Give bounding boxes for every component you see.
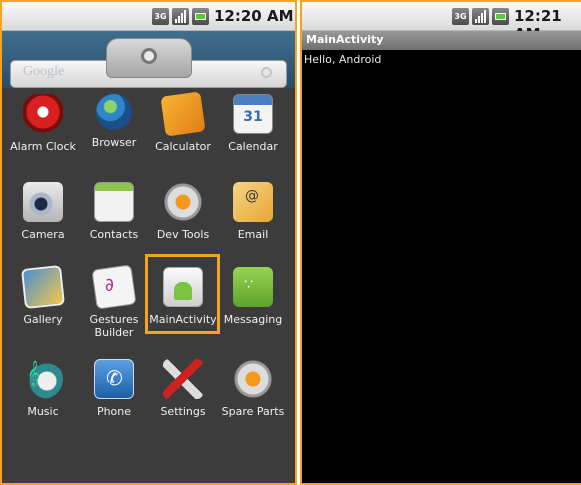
app-drawer-handle[interactable] xyxy=(106,38,192,78)
app-camera[interactable]: Camera xyxy=(7,182,79,241)
app-dev-tools[interactable]: Dev Tools xyxy=(147,182,219,241)
app-music[interactable]: 𝄞 Music xyxy=(7,359,79,418)
app-settings[interactable]: Settings xyxy=(147,359,219,418)
battery-icon xyxy=(492,8,509,25)
app-calculator[interactable]: Calculator xyxy=(147,91,219,153)
music-icon: 𝄞 xyxy=(23,359,63,399)
search-icon xyxy=(261,67,272,78)
app-browser[interactable]: Browser xyxy=(78,94,150,149)
app-messaging[interactable]: ∵ Messaging xyxy=(217,267,289,326)
signal-icon xyxy=(172,8,189,25)
status-bar: 3G 12:20 AM xyxy=(2,2,295,31)
signal-icon xyxy=(472,8,489,25)
alarm-clock-icon xyxy=(23,94,63,134)
gear-icon xyxy=(233,359,273,399)
network-3g-icon: 3G xyxy=(452,8,469,25)
hello-text: Hello, Android xyxy=(304,53,382,66)
messaging-icon: ∵ xyxy=(233,267,273,307)
battery-icon xyxy=(192,8,209,25)
app-spare-parts[interactable]: Spare Parts xyxy=(217,359,289,418)
status-icons: 3G xyxy=(152,8,209,25)
app-gallery[interactable]: Gallery xyxy=(7,265,79,326)
activity-title-bar: MainActivity xyxy=(302,31,581,50)
app-alarm-clock[interactable]: Alarm Clock xyxy=(7,94,79,153)
app-contacts[interactable]: Contacts xyxy=(78,182,150,241)
status-time: 12:20 AM xyxy=(214,7,294,25)
app-phone[interactable]: ✆ Phone xyxy=(78,359,150,418)
phone-icon: ✆ xyxy=(94,359,134,399)
email-icon: @ xyxy=(233,182,273,222)
network-3g-icon: 3G xyxy=(152,8,169,25)
calendar-icon: 31 xyxy=(233,94,273,134)
activity-title: MainActivity xyxy=(306,33,384,46)
home-screen-phone: 3G 12:20 AM Google Alarm Clock Browser C… xyxy=(0,0,297,485)
search-placeholder: Google xyxy=(23,64,65,79)
settings-icon xyxy=(163,359,203,399)
gestures-icon: ∂ xyxy=(91,264,137,310)
calculator-icon xyxy=(160,91,206,137)
status-icons: 3G xyxy=(452,8,509,25)
app-screen-phone: 3G 12:21 AM MainActivity Hello, Android xyxy=(300,0,581,485)
app-email[interactable]: @ Email xyxy=(217,182,289,241)
drawer-icon xyxy=(141,48,157,64)
gallery-icon xyxy=(21,265,65,309)
globe-icon xyxy=(96,94,132,130)
highlight-box xyxy=(145,254,220,334)
app-calendar[interactable]: 31 Calendar xyxy=(217,94,289,153)
app-gestures-builder[interactable]: ∂ Gestures Builder xyxy=(78,264,150,339)
status-bar: 3G 12:21 AM xyxy=(302,2,581,43)
gear-icon xyxy=(163,182,203,222)
camera-icon xyxy=(23,182,63,222)
contacts-icon xyxy=(94,182,134,222)
